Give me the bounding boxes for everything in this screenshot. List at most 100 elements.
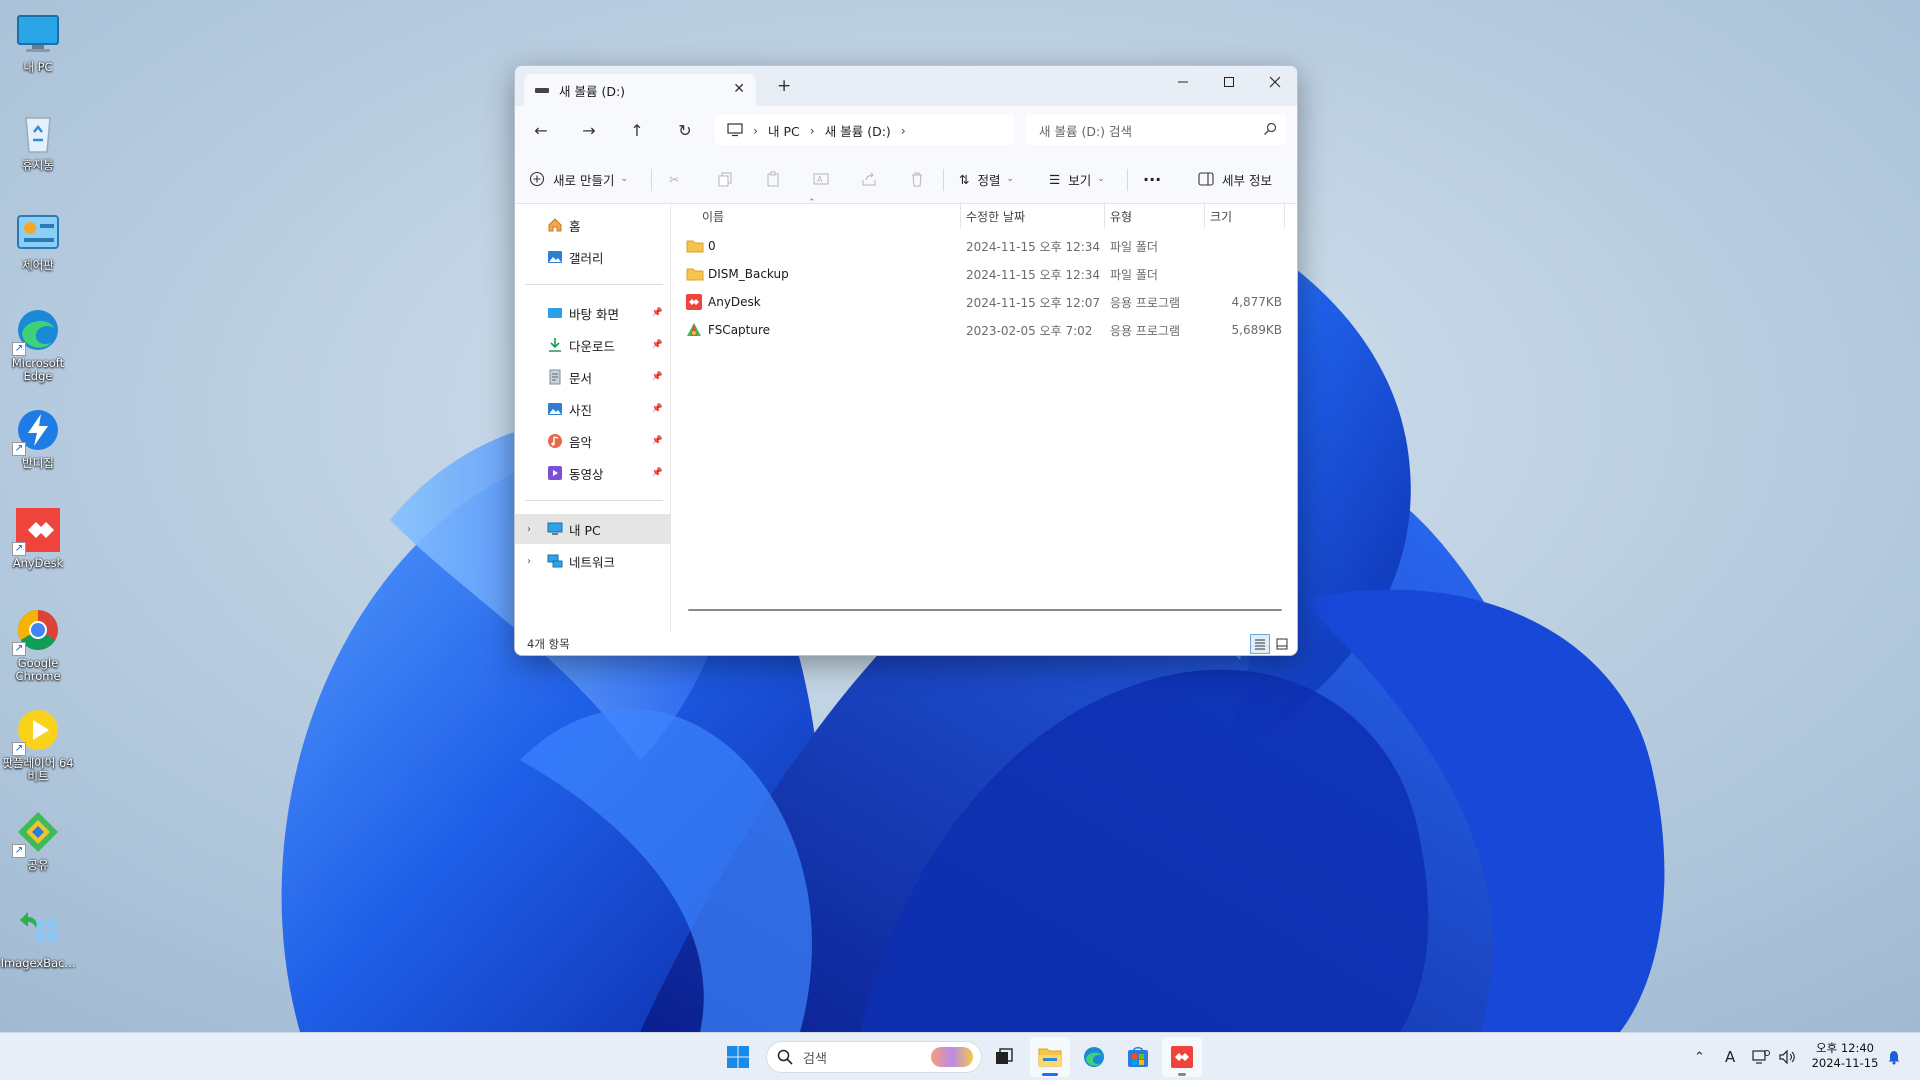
svg-text:A: A [817, 175, 823, 184]
divider [651, 169, 652, 191]
share-icon: ↗ [12, 808, 62, 858]
desktop-icon-anydesk[interactable]: ↗ AnyDesk [0, 506, 76, 570]
close-tab-icon[interactable]: ✕ [733, 81, 745, 97]
clock-date: 2024-11-15 [1811, 1056, 1879, 1070]
nav-item-network[interactable]: › 네트워크 [515, 546, 671, 576]
ime-indicator[interactable]: A [1725, 1033, 1735, 1080]
file-size: 4,877KB [1231, 295, 1282, 309]
notification-bell-icon[interactable] [1886, 1033, 1902, 1080]
file-type: 파일 폴더 [1110, 267, 1158, 282]
nav-item-pictures[interactable]: 사진 📌 [515, 394, 671, 424]
pin-icon: 📌 [651, 404, 663, 414]
chevron-right-icon[interactable]: › [527, 556, 531, 567]
folder-icon [686, 232, 704, 260]
cut-icon[interactable]: ✂ [669, 154, 679, 204]
tab-new-volume-d[interactable]: 새 볼륨 (D:) ✕ [524, 74, 756, 106]
desktop-icon-this-pc[interactable]: 내 PC [0, 10, 76, 74]
details-pane-button[interactable]: 세부 정보 [1198, 154, 1272, 204]
taskbar-store[interactable] [1118, 1037, 1158, 1077]
taskbar-edge[interactable] [1074, 1037, 1114, 1077]
file-date: 2024-11-15 오후 12:34 [966, 267, 1101, 282]
system-clock[interactable]: 오후 12:40 2024-11-15 [1806, 1041, 1884, 1071]
active-indicator [1042, 1073, 1058, 1076]
nav-item-this-pc[interactable]: › 내 PC [515, 514, 671, 544]
breadcrumb-this-pc[interactable]: 내 PC [768, 121, 800, 140]
delete-icon[interactable] [909, 154, 925, 204]
taskbar-search[interactable]: 검색 [766, 1041, 982, 1073]
address-bar[interactable]: › 내 PC › 새 볼륨 (D:) › [715, 115, 1015, 145]
nav-item-home[interactable]: 홈 [515, 210, 671, 240]
shortcut-arrow-icon: ↗ [12, 442, 26, 456]
column-divider [960, 204, 961, 228]
file-row[interactable]: FSCapture 2023-02-05 오후 7:02 응용 프로그램 5,6… [672, 316, 1282, 344]
column-header-type[interactable]: 유형 [1110, 204, 1132, 228]
task-view-button[interactable] [984, 1037, 1024, 1077]
nav-item-gallery[interactable]: 갤러리 [515, 242, 671, 272]
file-list: ⌃ 이름 수정한 날짜 유형 크기 0 2024-11-15 오후 12:34 … [672, 198, 1297, 632]
sort-button[interactable]: ⇅ 정렬 ⌄ [959, 154, 1014, 204]
network-icon [547, 553, 563, 569]
taskbar-file-explorer[interactable] [1030, 1037, 1070, 1077]
new-tab-icon[interactable]: + [777, 76, 791, 96]
chevron-right-icon[interactable]: › [527, 524, 531, 535]
desktop-icon-bandizip[interactable]: ↗ 반디집 [0, 406, 76, 470]
store-icon [1128, 1046, 1148, 1067]
download-icon [547, 337, 563, 353]
nav-item-desktop[interactable]: 바탕 화면 📌 [515, 298, 671, 328]
share-icon[interactable] [861, 154, 877, 204]
nav-item-downloads[interactable]: 다운로드 📌 [515, 330, 671, 360]
nav-item-music[interactable]: 음악 📌 [515, 426, 671, 456]
desktop-folder-icon [547, 305, 563, 321]
show-hidden-icons-button[interactable]: ⌃ [1694, 1033, 1705, 1080]
file-explorer-window: 새 볼륨 (D:) ✕ + ← → ↑ ↻ › 내 PC › 새 볼륨 (D:)… [514, 65, 1298, 656]
forward-arrow-icon[interactable]: → [575, 116, 603, 144]
desktop-icon-control-panel[interactable]: 제어판 [0, 208, 76, 272]
desktop-icon-imagex[interactable]: ImagexBac... [0, 906, 76, 970]
copy-icon[interactable] [717, 154, 733, 204]
chevron-down-icon: ⌄ [1006, 174, 1015, 184]
rename-icon[interactable]: A [813, 154, 829, 204]
task-view-icon [996, 1048, 1013, 1064]
minimize-button[interactable] [1160, 66, 1206, 98]
nav-item-documents[interactable]: 문서 📌 [515, 362, 671, 392]
desktop-icon-recycle-bin[interactable]: 휴지통 [0, 108, 76, 172]
tiles-view-icon[interactable] [1272, 634, 1292, 654]
maximize-button[interactable] [1206, 66, 1252, 98]
details-view-icon[interactable] [1250, 634, 1270, 654]
column-header-size[interactable]: 크기 [1210, 204, 1232, 228]
nav-item-videos[interactable]: 동영상 📌 [515, 458, 671, 488]
windows-logo-icon [727, 1046, 749, 1068]
chevron-down-icon: ⌄ [1097, 174, 1105, 184]
more-options-icon[interactable]: ··· [1143, 154, 1161, 204]
paste-icon[interactable] [765, 154, 781, 204]
column-header-name[interactable]: 이름 [702, 204, 724, 228]
column-divider [1104, 204, 1105, 228]
monitor-icon [14, 10, 62, 58]
desktop-icon-chrome[interactable]: ↗ Google Chrome [0, 606, 76, 683]
horizontal-scrollbar[interactable] [688, 609, 1282, 611]
file-row[interactable]: DISM_Backup 2024-11-15 오후 12:34 파일 폴더 [672, 260, 1282, 288]
search-placeholder: 새 볼륨 (D:) 검색 [1039, 123, 1133, 139]
new-button[interactable]: 새로 만들기 ⌄ [529, 154, 628, 204]
volume-icon[interactable] [1778, 1033, 1796, 1080]
taskbar-anydesk[interactable] [1162, 1037, 1202, 1077]
up-arrow-icon[interactable]: ↑ [623, 116, 651, 144]
recycle-bin-icon [14, 108, 62, 156]
column-header-modified[interactable]: 수정한 날짜 [966, 204, 1025, 228]
refresh-icon[interactable]: ↻ [671, 116, 699, 144]
file-row[interactable]: 0 2024-11-15 오후 12:34 파일 폴더 [672, 232, 1282, 260]
start-button[interactable] [718, 1037, 758, 1077]
back-arrow-icon[interactable]: ← [527, 116, 555, 144]
close-button[interactable] [1252, 66, 1297, 98]
file-date: 2024-11-15 오후 12:07 [966, 295, 1101, 310]
file-row[interactable]: AnyDesk 2024-11-15 오후 12:07 응용 프로그램 4,87… [672, 288, 1282, 316]
anydesk-icon: ↗ [12, 506, 62, 556]
desktop-icon-potplayer[interactable]: ↗ 팟플레이어 64 비트 [0, 706, 76, 783]
search-input[interactable]: 새 볼륨 (D:) 검색 [1025, 115, 1287, 145]
breadcrumb-new-volume-d[interactable]: 새 볼륨 (D:) [825, 121, 891, 140]
view-button[interactable]: ☰ 보기 ⌄ [1049, 154, 1105, 204]
desktop-icon-edge[interactable]: ↗ Microsoft Edge [0, 306, 76, 383]
pictures-icon [547, 401, 563, 417]
network-status-icon[interactable] [1752, 1033, 1770, 1080]
desktop-icon-share[interactable]: ↗ 공유 [0, 808, 76, 872]
